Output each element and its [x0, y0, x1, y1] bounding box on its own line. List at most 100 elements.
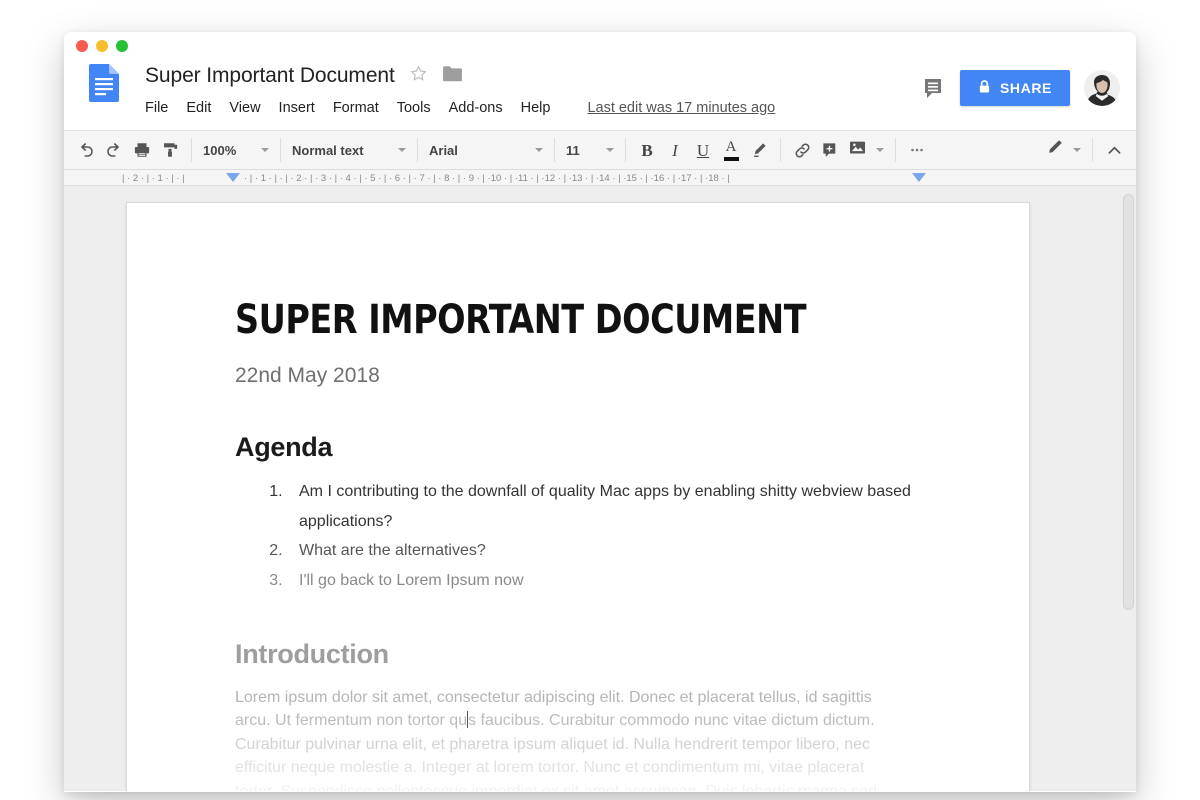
text-color-swatch — [724, 157, 739, 161]
bold-label: B — [641, 142, 652, 159]
list-item: What are the alternatives? — [287, 536, 921, 565]
italic-label: I — [672, 142, 678, 159]
user-avatar[interactable] — [1084, 70, 1120, 106]
highlight-pen-icon[interactable] — [745, 136, 773, 164]
ruler-ticks-right: · | · 1 · | · | · 2 · | · 3 · | · 4 · | … — [244, 170, 1136, 186]
edit-mode-dropdown[interactable] — [1041, 136, 1085, 164]
header-actions: SHARE — [922, 70, 1120, 106]
window-titlebar — [64, 32, 1136, 58]
agenda-list: Am I contributing to the downfall of qua… — [235, 477, 921, 595]
paragraph-line: Curabitur pulvinar urna elit, et pharetr… — [235, 733, 921, 757]
menu-view[interactable]: View — [220, 98, 269, 118]
font-family-dropdown[interactable]: Arial — [425, 136, 547, 164]
text-color-button[interactable]: A — [717, 136, 745, 164]
agenda-heading: Agenda — [235, 432, 921, 463]
toolbar-divider — [625, 138, 626, 162]
font-value: Arial — [429, 143, 458, 158]
chevron-down-icon — [1073, 148, 1081, 152]
link-icon[interactable] — [788, 136, 816, 164]
chevron-down-icon — [606, 148, 614, 152]
menu-format[interactable]: Format — [324, 98, 388, 118]
toolbar-group-insert — [788, 131, 888, 169]
share-label: SHARE — [1000, 80, 1052, 96]
insert-image-dropdown[interactable] — [844, 136, 888, 164]
google-docs-icon[interactable] — [89, 64, 119, 102]
toolbar-divider — [780, 138, 781, 162]
paragraph-line-with-caret: arcu. Ut fermentum non tortor qus faucib… — [235, 709, 921, 733]
introduction-heading: Introduction — [235, 639, 921, 670]
chevron-down-icon — [398, 148, 406, 152]
chevron-up-icon[interactable] — [1100, 136, 1128, 164]
document-page[interactable]: SUPER IMPORTANT DOCUMENT 22nd May 2018 A… — [126, 202, 1030, 791]
paragraph-text-after-caret: s faucibus. Curabitur commodo nunc vitae… — [468, 712, 874, 729]
pencil-icon — [1045, 138, 1064, 162]
paragraph-line: efficitur neque molestie a. Integer at l… — [235, 756, 921, 780]
menu-bar: File Edit View Insert Format Tools Add-o… — [145, 98, 775, 118]
redo-icon[interactable] — [100, 136, 128, 164]
menu-file[interactable]: File — [145, 98, 177, 118]
toolbar-divider — [280, 138, 281, 162]
close-button[interactable] — [76, 40, 88, 52]
image-icon — [848, 138, 867, 162]
document-heading: SUPER IMPORTANT DOCUMENT — [235, 299, 873, 342]
ruler[interactable]: | · 2 · | · 1 · | · | · | · 1 · | · | · … — [64, 170, 1136, 186]
google-docs-window: Super Important Document File Edit View … — [64, 32, 1136, 792]
underline-label: U — [697, 142, 709, 159]
zoom-value: 100% — [203, 143, 236, 158]
comment-icon[interactable] — [922, 76, 946, 100]
menu-tools[interactable]: Tools — [388, 98, 440, 118]
style-value: Normal text — [292, 143, 364, 158]
chevron-down-icon — [876, 148, 884, 152]
paragraph-style-dropdown[interactable]: Normal text — [288, 136, 410, 164]
toolbar-group-history — [72, 131, 184, 169]
add-comment-icon[interactable] — [816, 136, 844, 164]
folder-icon[interactable] — [442, 65, 463, 88]
italic-button[interactable]: I — [661, 136, 689, 164]
minimize-button[interactable] — [96, 40, 108, 52]
star-outline-icon[interactable] — [409, 64, 428, 88]
paragraph-line: Lorem ipsum dolor sit amet, consectetur … — [235, 686, 921, 710]
document-title-row: Super Important Document — [145, 64, 463, 88]
document-workspace: SUPER IMPORTANT DOCUMENT 22nd May 2018 A… — [64, 186, 1136, 791]
zoom-dropdown[interactable]: 100% — [199, 136, 273, 164]
bold-button[interactable]: B — [633, 136, 661, 164]
paint-format-icon[interactable] — [156, 136, 184, 164]
chevron-down-icon — [261, 148, 269, 152]
text-color-icon: A — [724, 140, 739, 161]
traffic-lights — [76, 40, 128, 52]
undo-icon[interactable] — [72, 136, 100, 164]
menu-edit[interactable]: Edit — [177, 98, 220, 118]
document-date: 22nd May 2018 — [235, 364, 921, 388]
toolbar-divider — [191, 138, 192, 162]
paragraph-text-before-caret: arcu. Ut fermentum non tortor qu — [235, 712, 467, 729]
introduction-section: Introduction Lorem ipsum dolor sit amet,… — [235, 639, 921, 791]
right-indent-marker[interactable] — [912, 173, 926, 182]
paragraph-line: tortor. Suspendisse pellentesque imperdi… — [235, 780, 921, 791]
screenshot-root: Super Important Document File Edit View … — [0, 0, 1200, 800]
toolbar-group-format: B I U A — [633, 131, 773, 169]
docs-header: Super Important Document File Edit View … — [64, 58, 1136, 130]
text-color-letter: A — [726, 140, 737, 155]
toolbar-divider — [554, 138, 555, 162]
menu-help[interactable]: Help — [512, 98, 560, 118]
chevron-down-icon — [535, 148, 543, 152]
toolbar-divider — [1092, 138, 1093, 162]
font-size-value: 11 — [566, 143, 580, 158]
menu-addons[interactable]: Add-ons — [440, 98, 512, 118]
left-indent-marker[interactable] — [226, 173, 240, 182]
underline-button[interactable]: U — [689, 136, 717, 164]
formatting-toolbar: 100% Normal text Arial 11 B — [64, 130, 1136, 170]
font-size-dropdown[interactable]: 11 — [562, 136, 618, 164]
toolbar-divider — [895, 138, 896, 162]
introduction-paragraph: Lorem ipsum dolor sit amet, consectetur … — [235, 686, 921, 791]
list-item: I'll go back to Lorem Ipsum now — [287, 566, 921, 595]
toolbar-divider — [417, 138, 418, 162]
menu-insert[interactable]: Insert — [270, 98, 324, 118]
document-title[interactable]: Super Important Document — [145, 64, 395, 88]
more-horizontal-icon[interactable] — [903, 136, 931, 164]
vertical-scrollbar[interactable] — [1123, 194, 1134, 610]
share-button[interactable]: SHARE — [960, 70, 1070, 106]
last-edit-link[interactable]: Last edit was 17 minutes ago — [587, 100, 775, 116]
zoom-button[interactable] — [116, 40, 128, 52]
print-icon[interactable] — [128, 136, 156, 164]
